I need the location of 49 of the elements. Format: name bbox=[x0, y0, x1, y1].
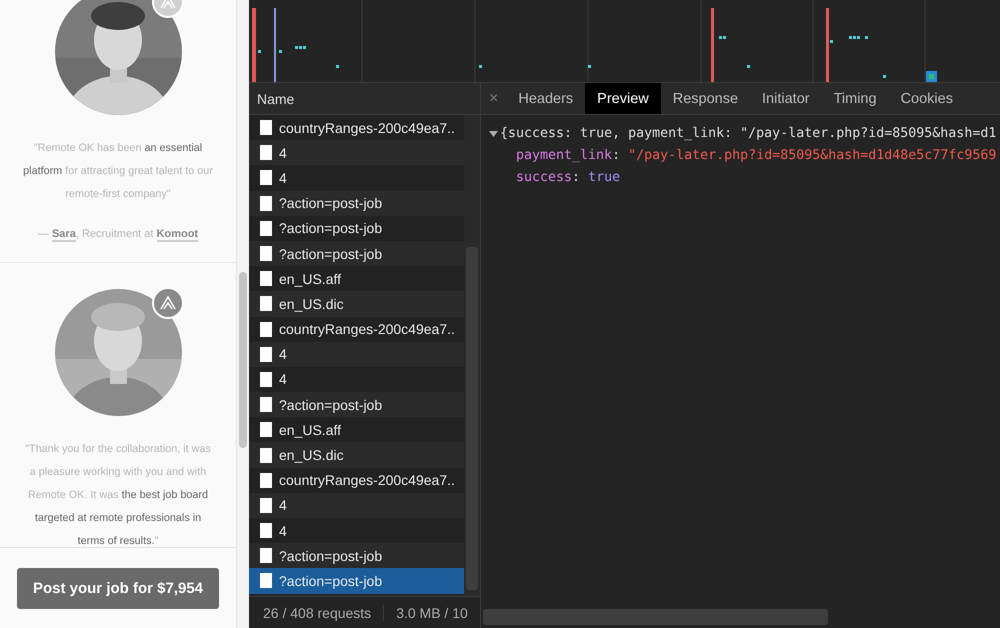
expand-triangle-icon[interactable] bbox=[489, 130, 498, 138]
panel-tab[interactable]: Preview bbox=[585, 83, 661, 114]
company-logo-icon bbox=[152, 287, 184, 319]
file-icon bbox=[260, 422, 272, 438]
status-text: 3.0 MB / 10 bbox=[383, 604, 480, 620]
file-icon bbox=[260, 523, 272, 538]
request-row[interactable]: ?action=post-job bbox=[249, 543, 464, 568]
file-icon bbox=[260, 120, 272, 136]
file-icon bbox=[260, 397, 272, 412]
file-icon bbox=[260, 271, 272, 286]
testimonial-attribution: — Sara, Recruitment at Komoot bbox=[38, 228, 198, 240]
file-icon bbox=[260, 498, 272, 513]
panel-tab[interactable]: Initiator bbox=[750, 83, 822, 114]
file-icon bbox=[260, 145, 272, 160]
request-row[interactable]: ?action=post-job bbox=[249, 392, 464, 418]
file-icon bbox=[260, 372, 272, 387]
object-summary: {success: true, payment_link: "/pay-later.php?id=85095&hash=d1 bbox=[500, 125, 996, 143]
file-icon bbox=[260, 472, 272, 488]
file-icon bbox=[260, 246, 272, 262]
panel-tab[interactable]: Timing bbox=[822, 83, 889, 114]
post-job-button[interactable]: Post your job for $7,954 bbox=[17, 568, 219, 608]
file-icon bbox=[260, 346, 272, 362]
file-icon bbox=[260, 573, 272, 588]
name-column-header[interactable]: Name bbox=[249, 83, 480, 115]
request-row[interactable]: ?action=post-job bbox=[249, 568, 464, 594]
request-row[interactable]: ?action=post-job bbox=[249, 240, 464, 266]
request-row[interactable]: 4 bbox=[249, 492, 464, 518]
request-row[interactable]: en_US.dic bbox=[249, 291, 464, 316]
file-icon bbox=[260, 170, 272, 186]
file-icon bbox=[260, 548, 272, 564]
testimonial-quote: "Thank you for the collaboration, it was a pleasure working with you and with Remote OK. It was the best job board targeted at remote professionals in terms of results." bbox=[24, 442, 212, 547]
request-row[interactable]: en_US.dic bbox=[249, 442, 464, 468]
file-icon bbox=[260, 196, 272, 211]
panel-tab[interactable]: Cookies bbox=[888, 83, 965, 114]
file-icon bbox=[260, 322, 272, 337]
file-icon bbox=[260, 448, 272, 463]
testimonial-quote: "Remote OK has been an essential platform for attracting great talent to our remote-first company" bbox=[22, 141, 214, 202]
panel-tab[interactable]: Response bbox=[660, 83, 750, 114]
property-line: payment_link: "/pay-later.php?id=85095&hash=d1d48e5c77fc9569 bbox=[516, 148, 996, 163]
scrollbar[interactable] bbox=[237, 0, 249, 628]
scrollbar[interactable] bbox=[464, 115, 480, 596]
file-icon bbox=[260, 220, 272, 236]
request-row[interactable]: 4 bbox=[249, 342, 464, 367]
request-row[interactable]: ?action=post-job bbox=[249, 190, 464, 216]
property-line: success: true bbox=[516, 170, 620, 185]
status-text: 26 / 408 requests bbox=[262, 604, 372, 620]
request-row[interactable]: 4 bbox=[249, 140, 464, 166]
panel-tab[interactable]: Headers bbox=[506, 83, 586, 114]
file-icon bbox=[260, 296, 272, 312]
